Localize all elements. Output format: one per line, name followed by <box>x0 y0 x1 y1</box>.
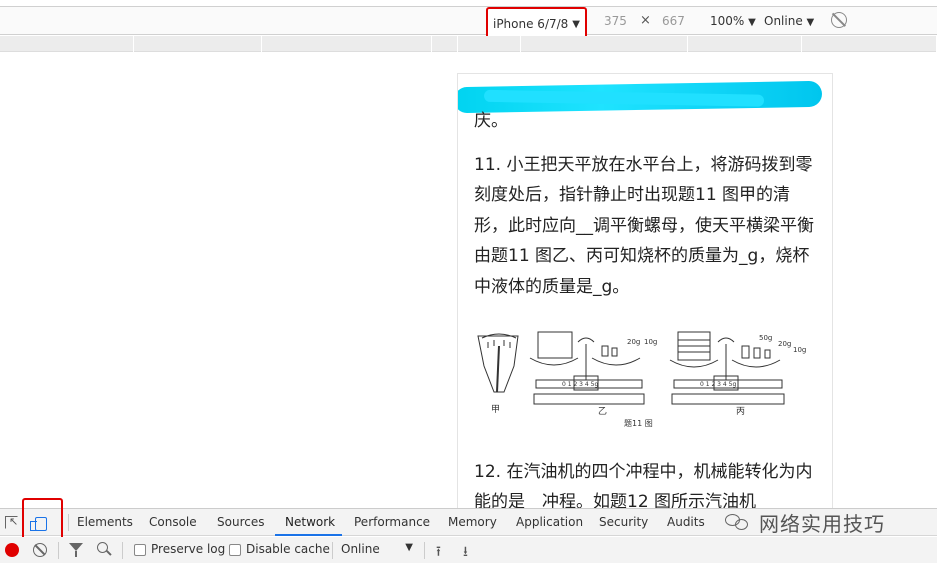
divider <box>68 514 69 531</box>
figure-caption: 题11 图 <box>624 419 653 428</box>
throttle-value: Online <box>764 14 803 28</box>
ruler-segment[interactable] <box>134 36 262 52</box>
ruler-segment[interactable] <box>688 36 802 52</box>
throttle-select[interactable]: Online ▼ <box>764 14 814 28</box>
weight-label: 20g <box>778 340 791 348</box>
divider <box>58 542 59 559</box>
network-throttle-value: Online <box>341 542 380 556</box>
ruler-segment[interactable] <box>262 36 432 52</box>
tab-audits[interactable]: Audits <box>667 515 705 529</box>
device-toolbar: iPhone 6/7/8 ▼ 375 × 667 100% ▼ Online ▼ <box>0 6 937 41</box>
wechat-icon <box>725 512 751 532</box>
tab-sources[interactable]: Sources <box>217 515 264 529</box>
chevron-down-icon: ▼ <box>748 17 756 28</box>
watermark: 网络实用技巧 <box>725 509 885 536</box>
device-viewport[interactable]: 庆。 11. 小王把天平放在水平台上，将游码拨到零刻度处后，指针静止时出现题11… <box>457 73 833 508</box>
divider <box>424 542 425 559</box>
partial-text-line: 庆。 <box>474 111 508 131</box>
network-throttle-select[interactable]: Online ▼ <box>341 542 413 556</box>
zoom-value: 100% <box>710 14 745 28</box>
record-button[interactable] <box>5 543 19 557</box>
redaction-scribble <box>458 80 823 114</box>
import-har-icon[interactable]: ⭱ <box>436 541 441 563</box>
divider <box>122 542 123 559</box>
chevron-down-icon: ▼ <box>572 18 580 30</box>
inspect-element-icon[interactable] <box>5 515 18 529</box>
chevron-down-icon: ▼ <box>405 542 413 553</box>
ruler-segment[interactable] <box>521 36 688 52</box>
viewport-width-input[interactable]: 375 <box>604 14 627 28</box>
scale-label: 0 1 2 3 4 5g <box>562 381 598 388</box>
rotate-icon[interactable] <box>831 12 847 28</box>
balance-figure: 甲 乙 丙 题11 图 20g 10g 50g 20g 10g 0 1 2 3 … <box>477 331 806 428</box>
disable-cache-checkbox[interactable] <box>229 544 241 556</box>
scale-label: 0 1 2 3 4 5g <box>700 381 736 388</box>
ruler-segment[interactable] <box>0 36 134 52</box>
zoom-select[interactable]: 100% ▼ <box>710 14 756 28</box>
dimension-separator: × <box>640 13 651 28</box>
weight-label: 50g <box>759 334 772 342</box>
device-name: iPhone 6/7/8 <box>492 17 569 31</box>
weight-label: 10g <box>644 338 657 346</box>
tab-console[interactable]: Console <box>149 515 197 529</box>
filter-icon[interactable] <box>69 543 83 557</box>
divider <box>332 542 333 559</box>
network-toolbar: Preserve log Disable cache Online ▼ ⭱ ⭳ <box>0 537 937 563</box>
active-tab-indicator <box>275 534 342 536</box>
media-query-ruler <box>0 36 937 52</box>
search-icon[interactable] <box>97 542 108 553</box>
chevron-down-icon: ▼ <box>806 17 815 28</box>
tab-security[interactable]: Security <box>599 515 648 529</box>
pointer-dial <box>477 333 519 393</box>
weight-label: 20g <box>627 338 640 346</box>
label-jia: 甲 <box>491 404 500 415</box>
preserve-log-label: Preserve log <box>151 542 226 556</box>
label-yi: 乙 <box>598 406 607 417</box>
watermark-text: 网络实用技巧 <box>759 511 885 536</box>
tab-memory[interactable]: Memory <box>448 515 497 529</box>
viewport-height-input[interactable]: 667 <box>662 14 685 28</box>
tab-network[interactable]: Network <box>285 515 335 529</box>
question-11: 11. 小王把天平放在水平台上，将游码拨到零刻度处后，指针静止时出现题11 图甲… <box>474 155 814 297</box>
tab-elements[interactable]: Elements <box>77 515 133 529</box>
question-12: 12. 在汽油机的四个冲程中，机械能转化为内能的是__冲程。如题12 图所示汽油… <box>474 462 813 508</box>
ruler-segment[interactable] <box>458 36 521 52</box>
ruler-segment[interactable] <box>802 36 937 52</box>
weight-label: 10g <box>793 346 806 354</box>
disable-cache-label: Disable cache <box>246 542 330 556</box>
export-har-icon[interactable]: ⭳ <box>463 541 468 563</box>
balance-bing <box>669 331 785 405</box>
label-bing: 丙 <box>736 406 745 417</box>
preserve-log-checkbox[interactable] <box>134 544 146 556</box>
device-toolbar-icon <box>30 517 47 531</box>
tab-performance[interactable]: Performance <box>354 515 430 529</box>
clear-icon[interactable] <box>33 543 47 557</box>
tab-application[interactable]: Application <box>516 515 583 529</box>
ruler-segment[interactable] <box>432 36 458 52</box>
